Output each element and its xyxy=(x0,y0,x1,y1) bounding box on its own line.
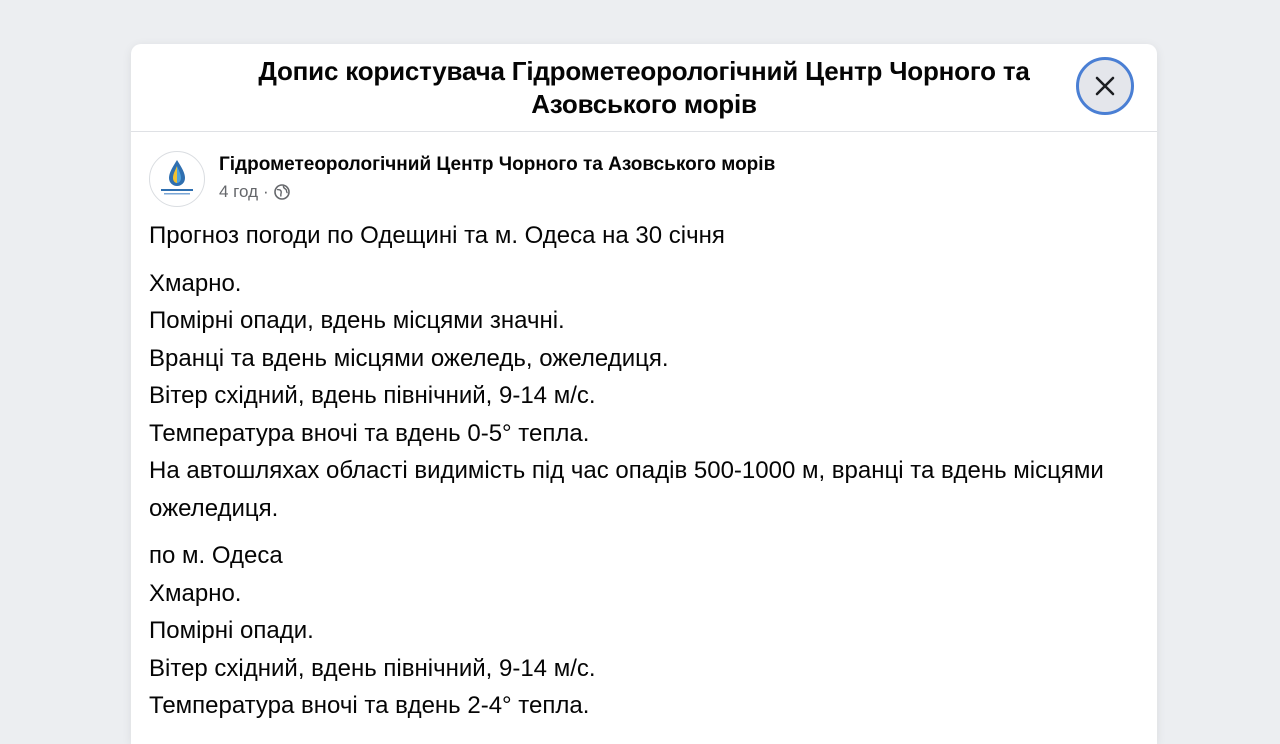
close-icon xyxy=(1095,76,1115,96)
post-modal: Допис користувача Гідрометеорологічний Ц… xyxy=(131,44,1157,744)
region-forecast: Хмарно. Помірні опади, вдень місцями зна… xyxy=(149,265,1109,528)
post-header: Гідрометеорологічний Центр Чорного та Аз… xyxy=(149,151,775,207)
forecast-line: Температура вночі та вдень 0-5° тепла. xyxy=(149,419,590,447)
forecast-line: Вранці та вдень місцями ожеледь, ожеледи… xyxy=(149,344,669,372)
hydromet-logo-icon xyxy=(153,155,201,203)
modal-title: Допис користувача Гідрометеорологічний Ц… xyxy=(258,55,1030,119)
forecast-line: по м. Одеса xyxy=(149,542,283,569)
forecast-line: Помірні опади. xyxy=(149,617,314,644)
close-button[interactable] xyxy=(1076,57,1134,115)
post-time[interactable]: 4 год xyxy=(219,182,258,202)
post-heading: Прогноз погоди по Одещині та м. Одеса на… xyxy=(149,222,725,249)
author-name[interactable]: Гідрометеорологічний Центр Чорного та Аз… xyxy=(219,153,775,177)
separator-dot: · xyxy=(263,182,269,201)
post-body: Прогноз погоди по Одещині та м. Одеса на… xyxy=(149,217,1109,735)
modal-header: Допис користувача Гідрометеорологічний Ц… xyxy=(131,44,1157,132)
globe-icon[interactable] xyxy=(273,184,290,200)
timestamp-row: 4 год · xyxy=(219,182,775,202)
forecast-line: Помірні опади, вдень місцями значні. xyxy=(149,307,565,334)
post-meta: Гідрометеорологічний Центр Чорного та Аз… xyxy=(219,151,775,202)
forecast-line: Вітер східний, вдень північний, 9-14 м/с… xyxy=(149,382,596,409)
city-forecast: по м. Одеса Хмарно. Помірні опади. Вітер… xyxy=(149,537,1109,725)
forecast-line: Хмарно. xyxy=(149,579,242,607)
forecast-line: Хмарно. xyxy=(149,269,242,297)
forecast-line: На автошляхах області видимість під час … xyxy=(149,457,1104,522)
avatar[interactable] xyxy=(149,151,205,207)
forecast-line: Вітер східний, вдень північний, 9-14 м/с… xyxy=(149,654,596,682)
